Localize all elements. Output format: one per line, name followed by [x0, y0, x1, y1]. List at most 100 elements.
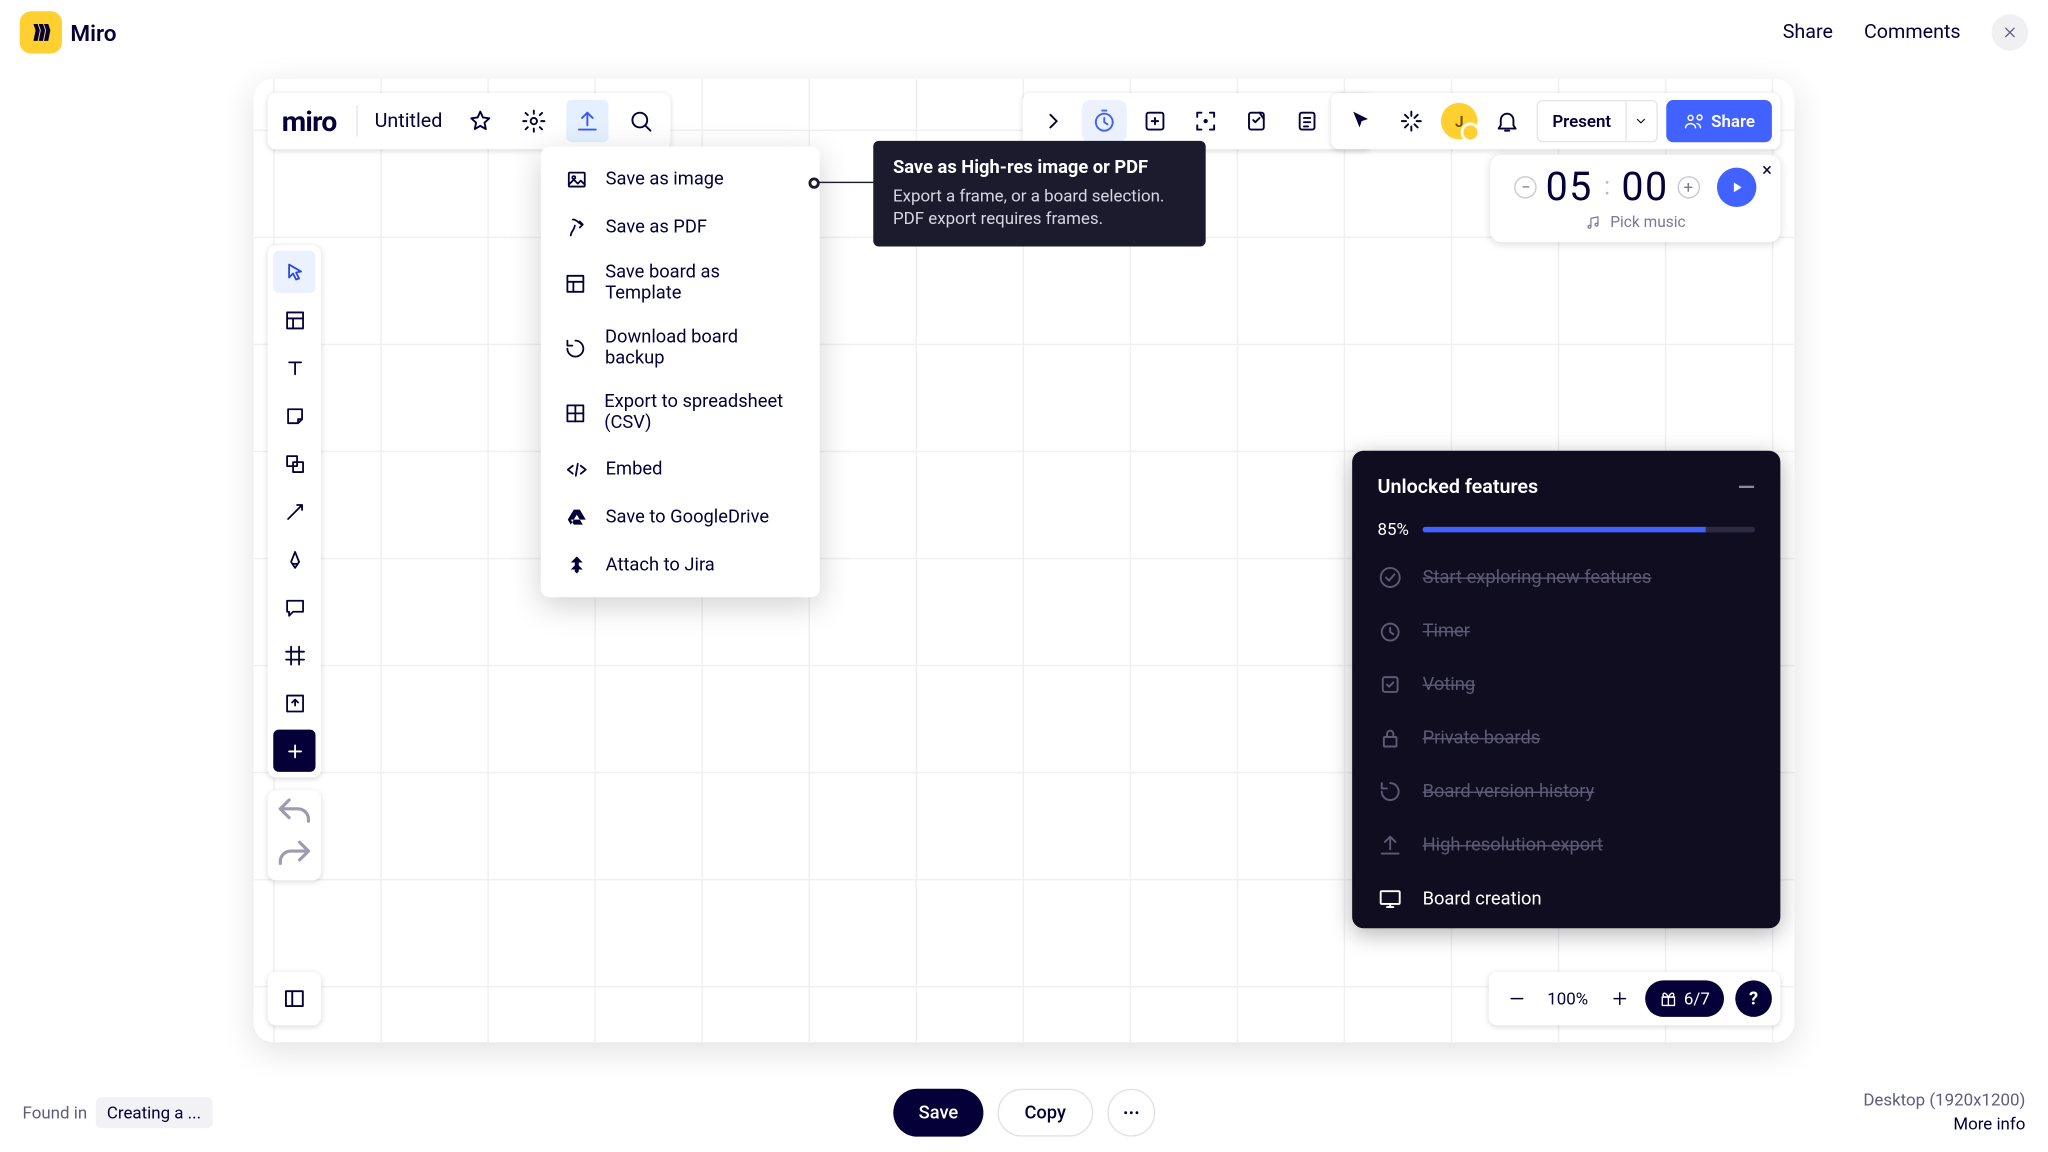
- frame-icon: [282, 643, 306, 667]
- add-app-button[interactable]: [1132, 100, 1177, 142]
- user-avatar[interactable]: J: [1441, 103, 1478, 140]
- plus-icon: [1609, 989, 1629, 1009]
- shape-tool[interactable]: [273, 442, 315, 484]
- sticky-tool[interactable]: [273, 394, 315, 436]
- people-icon: [1683, 111, 1703, 131]
- image-icon: [563, 166, 588, 191]
- menu-export-csv[interactable]: Export to spreadsheet (CSV): [541, 380, 820, 445]
- share-label: Share: [1711, 111, 1755, 131]
- save-button[interactable]: Save: [893, 1089, 983, 1137]
- resolution-label: Desktop (1920x1200): [1863, 1089, 2025, 1113]
- miro-inline-logo[interactable]: miro: [276, 104, 345, 138]
- reactions-button[interactable]: [1390, 100, 1432, 142]
- chevron-down-icon: [1634, 114, 1648, 128]
- board-name[interactable]: Untitled: [369, 110, 448, 133]
- line-tool[interactable]: [273, 490, 315, 532]
- template-tool[interactable]: [273, 299, 315, 341]
- feature-item-creation[interactable]: Board creation: [1378, 886, 1755, 911]
- feature-item-voting[interactable]: Voting: [1378, 672, 1755, 697]
- unlocked-features-panel: Unlocked features — 85% Start exploring …: [1352, 451, 1780, 928]
- timer-minutes: 05: [1546, 163, 1593, 209]
- text-tool[interactable]: [273, 346, 315, 388]
- found-in: Found in Creating a ...: [23, 1097, 213, 1128]
- features-minimize-button[interactable]: —: [1738, 473, 1755, 500]
- tooltip-anchor: [808, 177, 819, 188]
- close-button[interactable]: [1992, 14, 2029, 51]
- music-icon: [1585, 213, 1602, 230]
- outer-comments-link[interactable]: Comments: [1864, 21, 1961, 44]
- voting-button[interactable]: [1234, 100, 1279, 142]
- menu-embed[interactable]: Embed: [541, 445, 820, 493]
- add-frame-icon: [1142, 108, 1167, 133]
- googledrive-icon: [563, 504, 588, 529]
- feature-item-timer[interactable]: Timer: [1378, 618, 1755, 643]
- zoom-out-button[interactable]: [1497, 989, 1536, 1009]
- export-button[interactable]: [566, 100, 608, 142]
- outer-share-link[interactable]: Share: [1783, 21, 1833, 44]
- settings-button[interactable]: [513, 100, 555, 142]
- play-icon: [1728, 178, 1745, 195]
- pick-music-button[interactable]: Pick music: [1504, 213, 1766, 231]
- copy-button[interactable]: Copy: [998, 1089, 1093, 1137]
- more-tools-button[interactable]: [273, 730, 315, 772]
- onboarding-counter[interactable]: 6/7: [1644, 980, 1724, 1017]
- feature-item-explore[interactable]: Start exploring new features: [1378, 565, 1755, 590]
- export-menu: Save as image Save as PDF Save board as …: [541, 146, 820, 597]
- tooltip-title: Save as High-res image or PDF: [893, 158, 1186, 179]
- feature-item-history[interactable]: Board version history: [1378, 779, 1755, 804]
- menu-save-as-pdf[interactable]: Save as PDF: [541, 203, 820, 251]
- stopwatch-icon: [1092, 108, 1117, 133]
- comment-tool[interactable]: [273, 586, 315, 628]
- more-info-link[interactable]: More info: [1863, 1113, 2025, 1137]
- voting-icon: [1244, 108, 1269, 133]
- gear-icon: [521, 108, 546, 133]
- upload-icon: [1378, 832, 1403, 857]
- present-dropdown[interactable]: [1625, 101, 1656, 140]
- cursor-tool-button[interactable]: [1340, 100, 1382, 142]
- timer-tool-button[interactable]: [1082, 100, 1127, 142]
- gift-icon: [1659, 989, 1677, 1007]
- select-tool[interactable]: [273, 251, 315, 293]
- zoom-value[interactable]: 100%: [1542, 989, 1594, 1009]
- menu-attach-jira[interactable]: Attach to Jira: [541, 541, 820, 589]
- menu-save-as-image[interactable]: Save as image: [541, 155, 820, 203]
- zoom-in-button[interactable]: [1599, 989, 1638, 1009]
- page-footer: Found in Creating a ... Save Copy Deskto…: [0, 1073, 2048, 1152]
- footer-more-button[interactable]: [1107, 1089, 1155, 1137]
- help-button[interactable]: ?: [1735, 980, 1772, 1017]
- menu-save-template[interactable]: Save board as Template: [541, 251, 820, 316]
- redo-button[interactable]: [273, 838, 315, 875]
- notifications-button[interactable]: [1486, 100, 1528, 142]
- collapse-apps-button[interactable]: [1031, 100, 1076, 142]
- timer-play-button[interactable]: [1716, 167, 1755, 206]
- frame-tool[interactable]: [273, 634, 315, 676]
- timer-minus-button[interactable]: −: [1515, 175, 1538, 198]
- undo-redo-box: [268, 790, 322, 880]
- zoom-toolbar: 100% 6/7 ?: [1488, 972, 1780, 1026]
- star-button[interactable]: [459, 100, 501, 142]
- timer-close-button[interactable]: ×: [1762, 161, 1772, 182]
- check-circle-icon: [1378, 565, 1403, 590]
- present-button[interactable]: Present: [1537, 100, 1658, 142]
- feature-item-hires[interactable]: High resolution export: [1378, 832, 1755, 857]
- feature-item-private[interactable]: Private boards: [1378, 725, 1755, 750]
- focus-button[interactable]: [1183, 100, 1228, 142]
- panels-toggle-button[interactable]: [268, 972, 322, 1026]
- tooltip-connector: [813, 182, 875, 183]
- share-button[interactable]: Share: [1666, 100, 1772, 142]
- import-icon: [282, 691, 306, 715]
- brand-name: Miro: [70, 19, 116, 46]
- search-button[interactable]: [620, 100, 662, 142]
- menu-download-backup[interactable]: Download board backup: [541, 316, 820, 381]
- timer-plus-button[interactable]: +: [1677, 175, 1700, 198]
- pen-tool[interactable]: [273, 538, 315, 580]
- redo-icon: [273, 835, 315, 877]
- minus-icon: [1506, 989, 1526, 1009]
- upload-tool[interactable]: [273, 682, 315, 724]
- undo-button[interactable]: [273, 796, 315, 833]
- menu-save-googledrive[interactable]: Save to GoogleDrive: [541, 493, 820, 541]
- miro-logo-mark: [20, 11, 62, 53]
- notes-button[interactable]: [1285, 100, 1330, 142]
- features-progress-bar: [1423, 527, 1755, 533]
- source-chip[interactable]: Creating a ...: [96, 1097, 213, 1128]
